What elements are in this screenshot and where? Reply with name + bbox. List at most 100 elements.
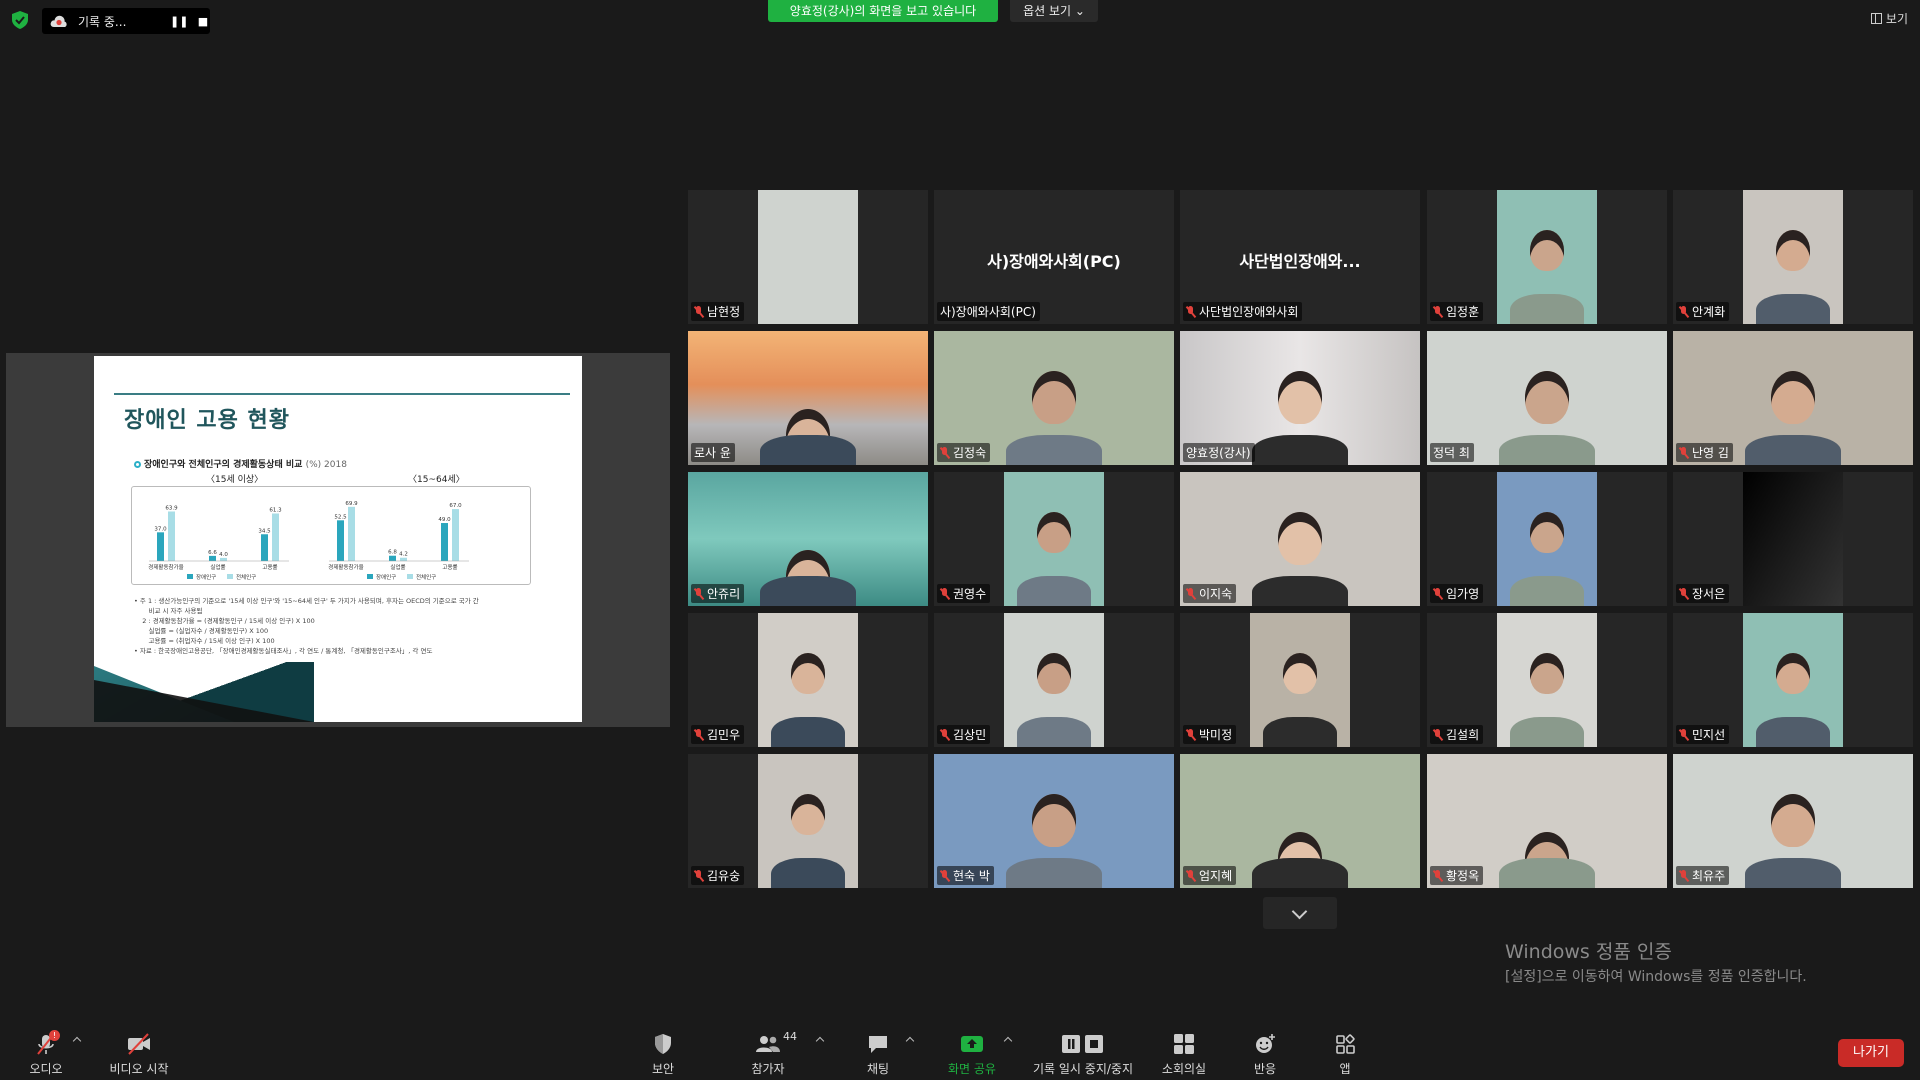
participant-tile[interactable]: 안쥬리 xyxy=(688,472,928,606)
participant-tile[interactable]: 김민우 xyxy=(688,613,928,747)
chart-bar xyxy=(337,520,344,561)
reactions-label: 반응 xyxy=(1253,1062,1277,1076)
screen-share-banner: 양효정(강사)의 화면을 보고 있습니다 xyxy=(768,0,998,22)
audio-options-caret[interactable] xyxy=(72,1036,82,1046)
participant-body xyxy=(1016,717,1092,747)
chat-icon xyxy=(869,1036,887,1053)
security-label: 보안 xyxy=(651,1062,675,1076)
participant-tile[interactable]: 이지숙 xyxy=(1180,472,1420,606)
chart-data-label: 34.5 xyxy=(258,528,271,534)
layout-icon xyxy=(1870,13,1882,24)
participant-tile[interactable]: 김정숙 xyxy=(934,331,1174,465)
participant-name-label: 임정훈 xyxy=(1430,302,1484,321)
slide-subtitle-unit: (%) 2018 xyxy=(305,460,347,470)
participant-tile[interactable]: 최유주 xyxy=(1673,754,1913,888)
stop-recording-button[interactable]: ■ xyxy=(196,15,210,28)
muted-mic-icon xyxy=(940,446,950,459)
participant-name-label: 남현정 xyxy=(691,302,745,321)
security-button[interactable]: 보안 xyxy=(648,1032,678,1077)
participant-body xyxy=(1251,858,1349,888)
participant-name: 양효정(강사) xyxy=(1186,446,1251,460)
chart-legend-label: 장애인구 xyxy=(196,573,216,581)
smiley-plus-icon xyxy=(1256,1034,1275,1053)
participant-tile[interactable]: 엄지혜 xyxy=(1180,754,1420,888)
chart-data-label: 61.3 xyxy=(269,507,282,513)
chart-category-label: 경제활동참가율 xyxy=(148,563,183,571)
participant-name: 임가영 xyxy=(1446,587,1480,601)
participant-name: 김정숙 xyxy=(953,446,987,460)
slide-note-line: 비교 시 자주 사용됨 xyxy=(134,607,203,615)
participant-tile[interactable]: 사)장애와사회(PC) 사)장애와사회(PC) xyxy=(934,190,1174,324)
gallery-scroll-down-button[interactable] xyxy=(1263,897,1337,929)
participant-tile[interactable]: 안계화 xyxy=(1673,190,1913,324)
muted-mic-icon xyxy=(694,587,704,600)
chart-category-label: 실업률 xyxy=(210,563,225,571)
start-video-button[interactable]: 비디오 시작 xyxy=(104,1032,174,1077)
breakout-rooms-button[interactable]: 소회의실 xyxy=(1158,1032,1210,1077)
chat-button[interactable]: 채팅 xyxy=(863,1032,893,1077)
participant-tile[interactable]: 양효정(강사) xyxy=(1180,331,1420,465)
view-options-dropdown[interactable]: 옵션 보기 ⌄ xyxy=(1010,0,1098,22)
participant-body xyxy=(1744,435,1842,465)
chart-legend-label: 전체인구 xyxy=(236,573,256,581)
apps-button[interactable]: 앱 xyxy=(1334,1032,1356,1077)
chart-data-label: 67.0 xyxy=(449,503,462,509)
participants-label: 참가자 xyxy=(751,1062,785,1076)
participants-options-caret[interactable] xyxy=(815,1036,825,1046)
shield-icon xyxy=(655,1034,671,1054)
participant-name: 안쥬리 xyxy=(707,587,741,601)
participant-tile[interactable]: 정덕 최 xyxy=(1427,331,1667,465)
muted-mic-icon xyxy=(1433,305,1443,318)
participant-name: 안계화 xyxy=(1692,305,1726,319)
pause-recording-button[interactable]: ❚❚ xyxy=(170,15,188,28)
muted-mic-icon xyxy=(1679,587,1689,600)
participant-body xyxy=(1755,294,1831,324)
chart-bar xyxy=(261,534,268,561)
participant-name-label: 임가영 xyxy=(1430,584,1484,603)
chat-options-caret[interactable] xyxy=(905,1036,915,1046)
participant-tile[interactable]: 남현정 xyxy=(688,190,928,324)
chart-category-label: 고용률 xyxy=(442,564,457,571)
participant-tile[interactable]: 로사 윤 xyxy=(688,331,928,465)
leave-meeting-button[interactable]: 나가기 xyxy=(1838,1039,1904,1067)
participant-tile[interactable]: 민지선 xyxy=(1673,613,1913,747)
slide-note-line: • 주 1 : 생산가능인구의 기준으로 '15세 이상 인구'와 '15~64… xyxy=(134,597,479,605)
view-button[interactable]: 보기 xyxy=(1870,10,1908,27)
participant-tile[interactable]: 김설희 xyxy=(1427,613,1667,747)
participant-name: 로사 윤 xyxy=(694,446,731,460)
participant-tile[interactable]: 김유숭 xyxy=(688,754,928,888)
participant-tile[interactable]: 박미정 xyxy=(1180,613,1420,747)
audio-button[interactable]: ! 오디오 xyxy=(26,1030,66,1077)
chart-data-label: 6.6 xyxy=(208,550,217,556)
reactions-button[interactable]: 반응 xyxy=(1250,1032,1280,1077)
participant-face xyxy=(1278,512,1322,565)
slide-rule xyxy=(114,393,570,395)
recording-control-button[interactable]: 기록 일시 중지/중지 xyxy=(1028,1032,1138,1077)
participant-body xyxy=(1744,858,1842,888)
participant-name: 임정훈 xyxy=(1446,305,1480,319)
participant-name-label: 양효정(강사) xyxy=(1183,443,1255,462)
chat-label: 채팅 xyxy=(866,1062,890,1076)
participant-body xyxy=(1262,717,1338,747)
participant-tile[interactable]: 임정훈 xyxy=(1427,190,1667,324)
participant-name-label: 박미정 xyxy=(1183,725,1237,744)
view-button-label: 보기 xyxy=(1885,12,1908,26)
share-screen-button[interactable]: 화면 공유 xyxy=(945,1032,999,1077)
participant-tile[interactable]: 장서은 xyxy=(1673,472,1913,606)
participant-tile[interactable]: 사단법인장애와... 사단법인장애와사회 xyxy=(1180,190,1420,324)
muted-mic-icon xyxy=(1679,305,1689,318)
participant-tile[interactable]: 권영수 xyxy=(934,472,1174,606)
chart-bar xyxy=(389,555,396,561)
participant-tile[interactable]: 김상민 xyxy=(934,613,1174,747)
participant-tile[interactable]: 임가영 xyxy=(1427,472,1667,606)
participant-tile[interactable]: 황정옥 xyxy=(1427,754,1667,888)
participant-body xyxy=(1509,576,1585,606)
participant-tile[interactable]: 난영 김 xyxy=(1673,331,1913,465)
participant-name-label: 황정옥 xyxy=(1430,866,1484,885)
participant-name: 현숙 박 xyxy=(953,869,990,883)
participants-button[interactable]: 44 참가자 xyxy=(748,1030,797,1077)
share-options-caret[interactable] xyxy=(1003,1036,1013,1046)
participants-icon xyxy=(756,1036,780,1052)
participant-display-name: 사)장애와사회(PC) xyxy=(987,252,1121,271)
participant-tile[interactable]: 현숙 박 xyxy=(934,754,1174,888)
